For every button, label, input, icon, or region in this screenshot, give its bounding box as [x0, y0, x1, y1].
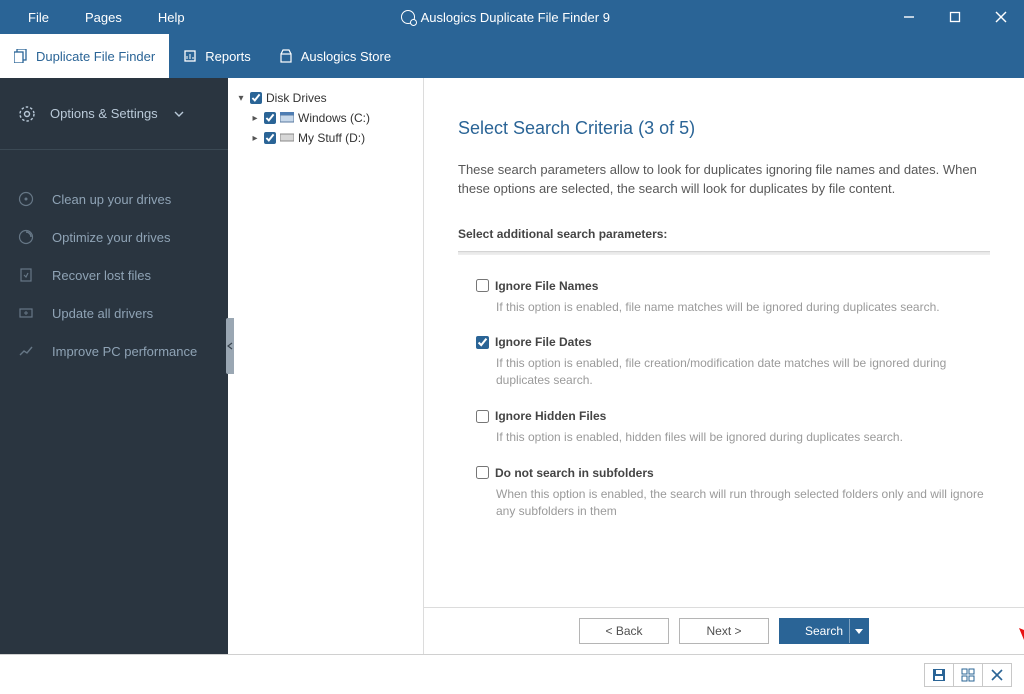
tree-root[interactable]: ▾ Disk Drives: [236, 88, 415, 108]
status-bar: [0, 654, 1024, 694]
option-ignore-hidden-files: Ignore Hidden Files If this option is en…: [458, 409, 990, 446]
recover-icon: [18, 267, 34, 283]
sidebar-item-label: Recover lost files: [52, 268, 151, 283]
tree-node-label: My Stuff (D:): [298, 131, 365, 145]
sidebar-item-recover[interactable]: Recover lost files: [0, 256, 228, 294]
reports-icon: [183, 49, 197, 63]
sidebar-item-label: Update all drivers: [52, 306, 153, 321]
wizard-intro: These search parameters allow to look fo…: [458, 161, 990, 199]
divider: [458, 251, 990, 255]
copy-icon: [14, 49, 28, 63]
tab-reports[interactable]: Reports: [169, 34, 265, 78]
wizard-button-row: < Back Next > Search: [424, 607, 1024, 644]
search-button-label: Search: [805, 624, 843, 638]
statusbar-action2-button[interactable]: [953, 663, 983, 687]
tab-reports-label: Reports: [205, 49, 251, 64]
sidebar-collapse-handle[interactable]: [226, 318, 234, 374]
sidebar-item-update-drivers[interactable]: Update all drivers: [0, 294, 228, 332]
search-button[interactable]: Search: [779, 618, 869, 644]
wizard-subhead: Select additional search parameters:: [458, 227, 990, 241]
save-icon: [932, 668, 946, 682]
menu-file[interactable]: File: [28, 10, 49, 25]
caret-right-icon[interactable]: ▸: [250, 113, 260, 124]
option-label: Ignore File Dates: [495, 335, 592, 349]
option-checkbox[interactable]: [476, 410, 489, 423]
statusbar-close-button[interactable]: [982, 663, 1012, 687]
tree-node-label: Windows (C:): [298, 111, 370, 125]
sidebar-item-label: Clean up your drives: [52, 192, 171, 207]
next-button[interactable]: Next >: [679, 618, 769, 644]
tab-store[interactable]: Auslogics Store: [265, 34, 405, 78]
sidebar-item-cleanup[interactable]: Clean up your drives: [0, 180, 228, 218]
chevron-down-icon: [174, 111, 184, 117]
option-label: Do not search in subfolders: [495, 466, 654, 480]
caret-down-icon[interactable]: ▾: [236, 93, 246, 104]
tab-row: Duplicate File Finder Reports Auslogics …: [0, 34, 1024, 78]
option-desc: If this option is enabled, file name mat…: [476, 299, 990, 316]
sidebar-item-label: Optimize your drives: [52, 230, 170, 245]
close-button[interactable]: [978, 0, 1024, 34]
tree-node-mystuff-d[interactable]: ▸ My Stuff (D:): [236, 128, 415, 148]
options-settings-button[interactable]: Options & Settings: [0, 78, 228, 150]
tree-root-label: Disk Drives: [266, 91, 327, 105]
dropdown-caret-icon[interactable]: [855, 629, 863, 635]
option-desc: If this option is enabled, file creation…: [476, 355, 990, 389]
drive-icon: [280, 112, 294, 124]
option-desc: When this option is enabled, the search …: [476, 486, 990, 520]
app-logo-icon: [401, 10, 415, 24]
drive-icon: [280, 132, 294, 144]
option-checkbox[interactable]: [476, 279, 489, 292]
option-checkbox[interactable]: [476, 336, 489, 349]
tab-store-label: Auslogics Store: [301, 49, 391, 64]
drive-tree: ▾ Disk Drives ▸ Windows (C:) ▸ My Stuff …: [228, 78, 424, 654]
app-title: Auslogics Duplicate File Finder 9: [125, 10, 886, 25]
wizard-title: Select Search Criteria (3 of 5): [458, 118, 990, 139]
chevron-left-icon: [227, 342, 233, 350]
option-no-subfolders: Do not search in subfolders When this op…: [458, 466, 990, 520]
option-checkbox[interactable]: [476, 466, 489, 479]
optimize-icon: [18, 229, 34, 245]
options-label: Options & Settings: [50, 106, 158, 121]
menu-pages[interactable]: Pages: [85, 10, 122, 25]
disk-cleanup-icon: [18, 191, 34, 207]
sidebar-item-improve-perf[interactable]: Improve PC performance: [0, 332, 228, 370]
sidebar-item-label: Improve PC performance: [52, 344, 197, 359]
option-label: Ignore File Names: [495, 279, 598, 293]
tree-node-windows-c[interactable]: ▸ Windows (C:): [236, 108, 415, 128]
option-ignore-file-dates: Ignore File Dates If this option is enab…: [458, 335, 990, 389]
back-button[interactable]: < Back: [579, 618, 669, 644]
sidebar: Options & Settings Clean up your drives …: [0, 78, 228, 654]
store-icon: [279, 49, 293, 63]
option-label: Ignore Hidden Files: [495, 409, 606, 423]
tab-duplicate-file-finder[interactable]: Duplicate File Finder: [0, 34, 169, 78]
caret-right-icon[interactable]: ▸: [250, 133, 260, 144]
option-ignore-file-names: Ignore File Names If this option is enab…: [458, 279, 990, 316]
app-title-text: Auslogics Duplicate File Finder 9: [421, 10, 610, 25]
performance-icon: [18, 343, 34, 359]
tree-node-checkbox[interactable]: [264, 112, 276, 124]
tree-root-checkbox[interactable]: [250, 92, 262, 104]
tab-dff-label: Duplicate File Finder: [36, 49, 155, 64]
option-desc: If this option is enabled, hidden files …: [476, 429, 990, 446]
main-area: Options & Settings Clean up your drives …: [0, 78, 1024, 654]
statusbar-save-button[interactable]: [924, 663, 954, 687]
titlebar: File Pages Help Auslogics Duplicate File…: [0, 0, 1024, 34]
grid-icon: [961, 668, 975, 682]
close-icon: [991, 669, 1003, 681]
sidebar-item-optimize[interactable]: Optimize your drives: [0, 218, 228, 256]
gear-icon: [18, 105, 36, 123]
wizard-panel: Select Search Criteria (3 of 5) These se…: [424, 78, 1024, 654]
tree-node-checkbox[interactable]: [264, 132, 276, 144]
minimize-button[interactable]: [886, 0, 932, 34]
drivers-icon: [18, 305, 34, 321]
maximize-button[interactable]: [932, 0, 978, 34]
